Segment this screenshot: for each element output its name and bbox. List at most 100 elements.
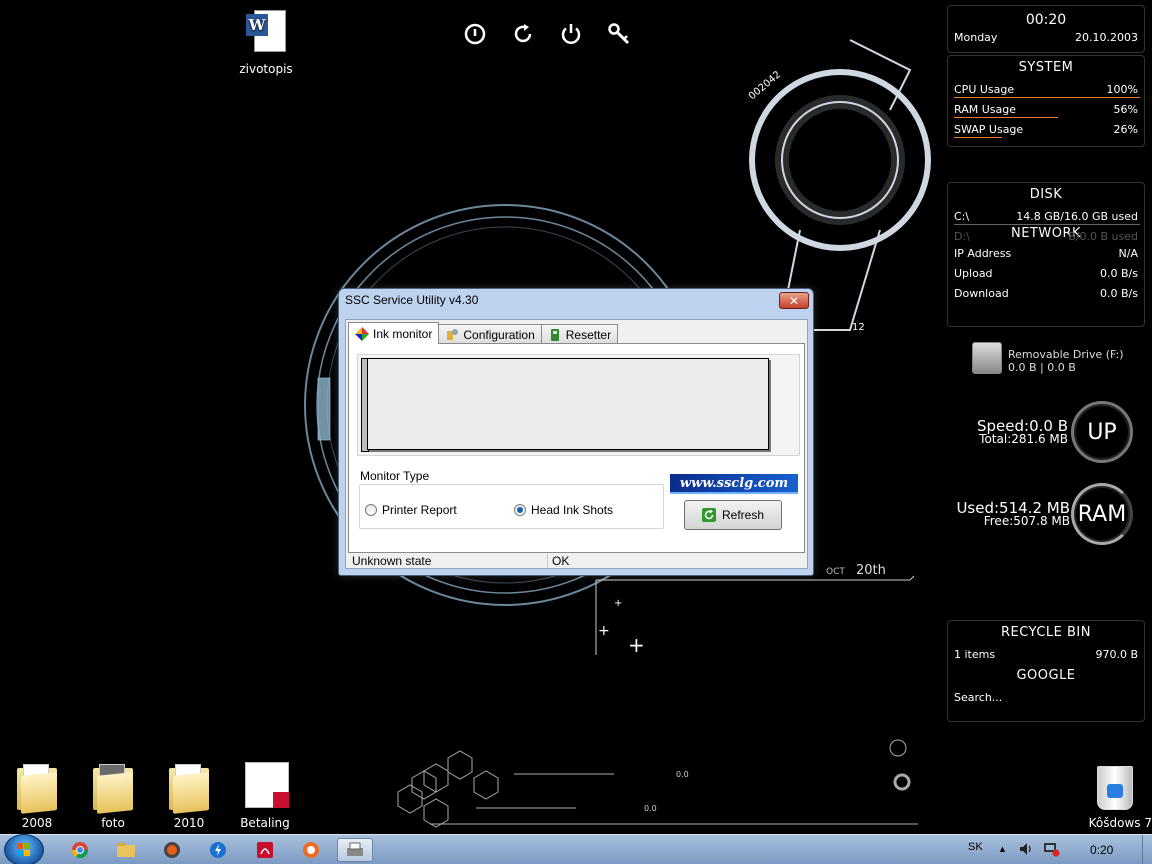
volume-icon[interactable] — [1018, 841, 1034, 860]
upload-value: 0.0 B/s — [1100, 266, 1138, 280]
close-icon: ✕ — [788, 293, 800, 308]
tray-expand-icon[interactable]: ▲ — [998, 844, 1007, 854]
restart-icon[interactable] — [510, 20, 536, 48]
taskbar: SK ▲ 0:20 — [0, 834, 1152, 864]
radio-head-ink-shots[interactable]: Head Ink Shots — [514, 503, 613, 517]
desktop-icon-2010[interactable]: 2010 — [154, 762, 224, 830]
radio-label: Printer Report — [382, 503, 457, 517]
svg-text:OCT: OCT — [826, 567, 845, 577]
chrome-icon[interactable] — [62, 838, 98, 862]
svg-text:12: 12 — [852, 322, 865, 333]
ram-row: RAM Usage 56% — [948, 99, 1144, 119]
google-search-input[interactable]: Search... — [948, 687, 1144, 707]
acrobat-icon[interactable] — [247, 838, 283, 862]
key-icon[interactable] — [606, 20, 632, 48]
disk-c-bar — [954, 224, 1140, 225]
desktop-icon-recycle-bin[interactable]: Kôšdows 7 — [1082, 762, 1152, 830]
desktop-icon-zivotopis[interactable]: W zivotopis — [231, 8, 301, 76]
disk-network-gadget: DISK C:\ 14.8 GB/16.0 GB used D:\ B/0.0 … — [947, 182, 1145, 327]
folder-icon — [89, 762, 137, 814]
word-document-icon: W — [242, 8, 290, 58]
ssc-utility-window: SSC Service Utility v4.30 ✕ Ink monitor … — [338, 288, 814, 576]
desktop-icon-label: 2008 — [21, 816, 53, 830]
ip-label: IP Address — [954, 246, 1012, 260]
system-gadget: SYSTEM CPU Usage 100% RAM Usage 56% SWAP… — [947, 55, 1145, 147]
svg-text:+: + — [628, 633, 645, 657]
network-icon[interactable] — [1042, 841, 1060, 860]
avast-icon[interactable] — [293, 838, 329, 862]
desktop-icon-label: Betaling — [240, 816, 290, 830]
ram-meter-label: RAM — [1077, 501, 1127, 527]
cpu-label: CPU Usage — [954, 82, 1015, 96]
svg-text:0.0: 0.0 — [676, 770, 689, 779]
recycle-google-gadget: RECYCLE BIN 1 items 970.0 B GOOGLE Searc… — [947, 620, 1145, 722]
start-button[interactable] — [4, 834, 44, 864]
desktop-icon-betaling[interactable]: Betaling — [230, 762, 300, 830]
explorer-icon[interactable] — [108, 838, 144, 862]
language-indicator[interactable]: SK — [968, 841, 983, 853]
svg-text:0.0: 0.0 — [644, 804, 657, 813]
recycle-row: 1 items 970.0 B — [948, 644, 1144, 664]
google-search-placeholder: Search... — [954, 690, 1003, 704]
ram-meter: RAM — [1071, 483, 1133, 545]
monitor-type-label: Monitor Type — [360, 469, 430, 483]
recycle-items: 1 items — [954, 647, 996, 661]
shutdown-icon[interactable] — [462, 20, 488, 48]
desktop-icon-foto[interactable]: foto — [78, 762, 148, 830]
google-title: GOOGLE — [1016, 668, 1076, 683]
ssclg-link[interactable]: www.ssclg.com — [670, 474, 798, 494]
tab-label: Configuration — [463, 327, 535, 342]
resetter-icon — [550, 328, 559, 341]
tab-resetter[interactable]: Resetter — [540, 324, 619, 344]
ink-level-display — [367, 358, 769, 450]
clock-time: 00:20 — [1025, 12, 1067, 28]
thunderbolt-icon[interactable] — [200, 838, 236, 862]
media-icon[interactable] — [154, 838, 190, 862]
usb-drive-icon[interactable] — [972, 342, 1002, 374]
svg-text:20th: 20th — [856, 563, 886, 578]
power-icon[interactable] — [558, 20, 584, 48]
pdf-document-icon — [241, 762, 289, 812]
radio-printer-report[interactable]: Printer Report — [365, 503, 457, 517]
ram-label: RAM Usage — [954, 102, 1016, 116]
top-button-bar — [462, 20, 632, 48]
download-value: 0.0 B/s — [1100, 286, 1138, 300]
tab-ink-monitor[interactable]: Ink monitor — [348, 322, 440, 344]
upload-stats: Speed:0.0 B Total:281.6 MB — [960, 419, 1068, 446]
show-desktop-button[interactable] — [1142, 835, 1152, 864]
refresh-icon — [701, 508, 716, 522]
status-right: OK — [552, 554, 570, 568]
cpu-row: CPU Usage 100% — [948, 79, 1144, 99]
desktop-icon-label: Kôšdows 7 — [1088, 816, 1152, 830]
refresh-button[interactable]: Refresh — [684, 500, 782, 530]
svg-text:002042: 002042 — [747, 69, 783, 102]
tab-label: Ink monitor — [373, 326, 433, 341]
system-title: SYSTEM — [1018, 60, 1074, 75]
up-label: UP — [1087, 419, 1117, 445]
status-left: Unknown state — [348, 554, 548, 568]
up-meter: UP — [1071, 401, 1133, 463]
cpu-value: 100% — [1106, 82, 1138, 96]
windows-logo-icon — [17, 843, 30, 856]
disk-title: DISK — [1029, 187, 1063, 202]
swap-label: SWAP Usage — [954, 122, 1024, 136]
tab-configuration[interactable]: Configuration — [438, 324, 542, 344]
swap-bar — [954, 137, 1002, 138]
printer-utility-icon[interactable] — [337, 838, 373, 862]
ram-value: 56% — [1113, 102, 1138, 116]
refresh-label: Refresh — [721, 508, 765, 522]
folder-icon — [13, 762, 61, 814]
disk-d-label: D:\ — [954, 229, 970, 243]
status-bar: Unknown state OK — [348, 554, 805, 568]
desktop-icon-2008[interactable]: 2008 — [2, 762, 72, 830]
svg-text:+: + — [598, 623, 610, 639]
upload-label: Upload — [954, 266, 993, 280]
radio-button-selected[interactable] — [514, 504, 526, 516]
window-body: Ink monitor Configuration Resetter Monit… — [345, 319, 808, 569]
desktop-icon-label: zivotopis — [239, 62, 293, 76]
close-button[interactable]: ✕ — [779, 292, 809, 309]
taskbar-clock[interactable]: 0:20 — [1090, 843, 1113, 857]
recycle-size: 970.0 B — [1095, 647, 1138, 661]
disk-c-label: C:\ — [954, 209, 970, 223]
radio-button[interactable] — [365, 504, 377, 516]
